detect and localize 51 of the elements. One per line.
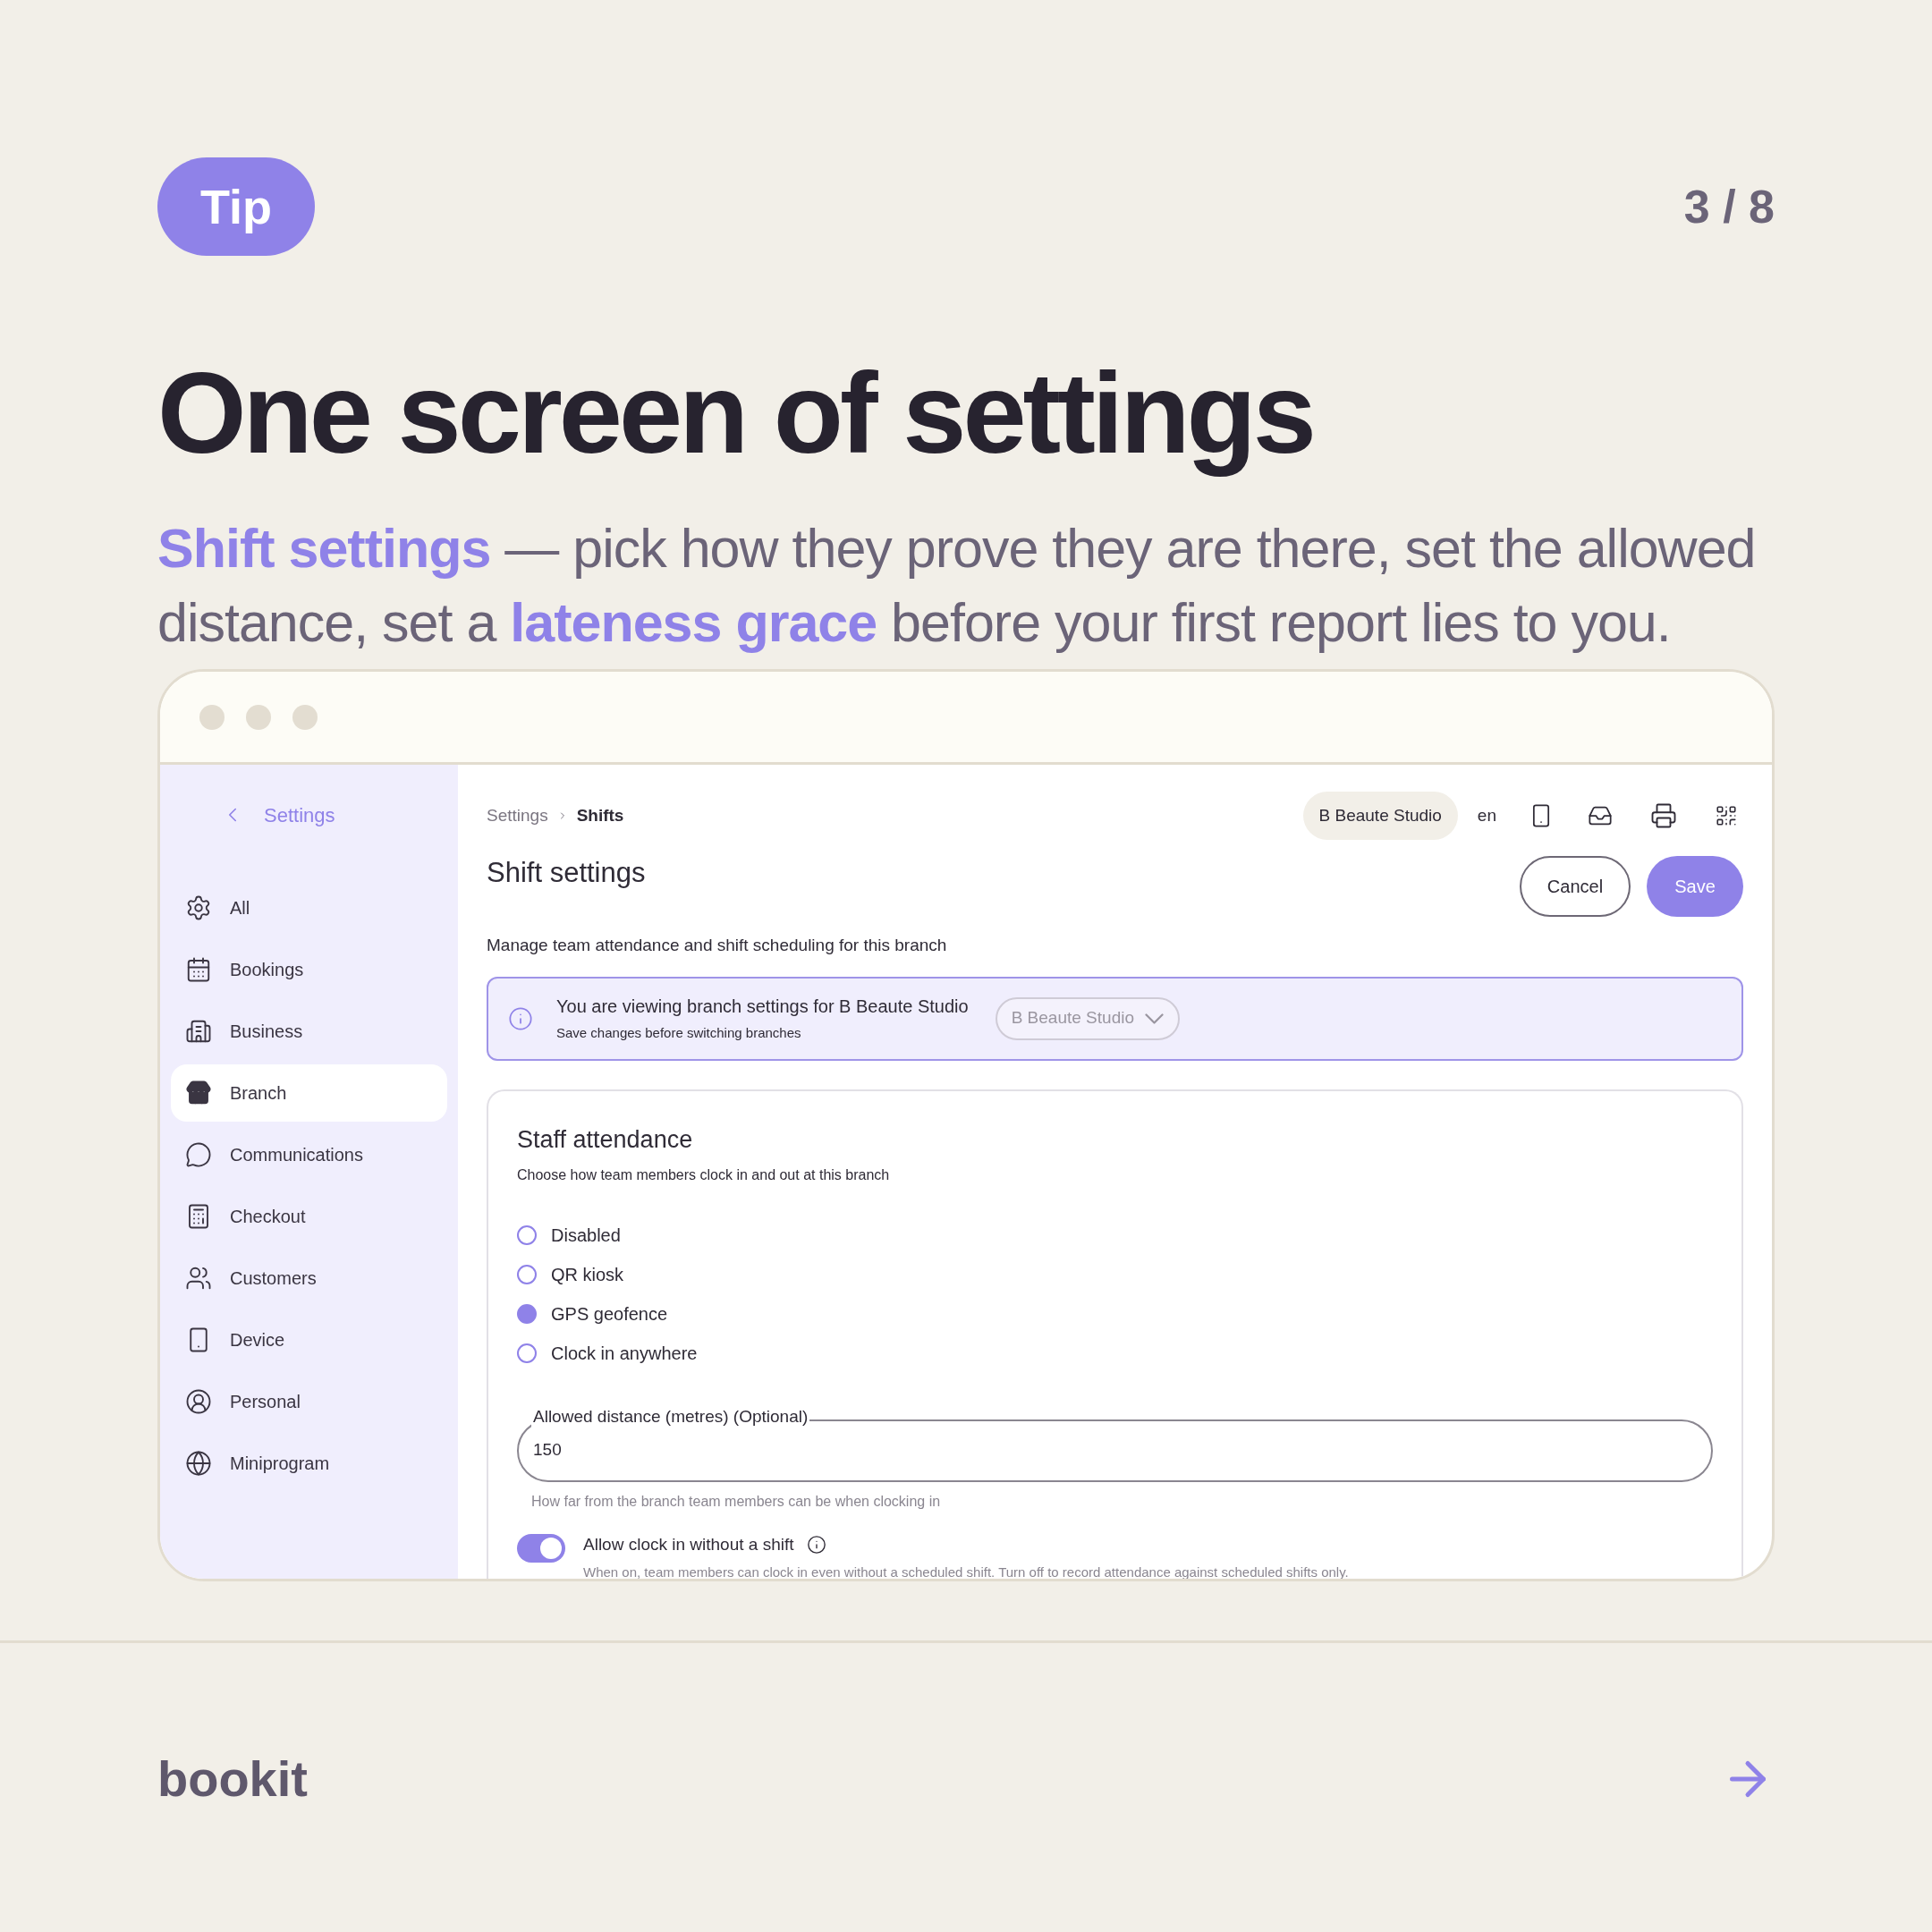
language-label[interactable]: en <box>1477 802 1496 829</box>
radio-button[interactable] <box>517 1265 537 1284</box>
sidebar-item[interactable]: Personal <box>171 1373 447 1430</box>
radio-button[interactable] <box>517 1225 537 1245</box>
sidebar-item[interactable]: Business <box>171 1003 447 1060</box>
page-description: Manage team attendance and shift scheduling for this branch <box>487 935 948 956</box>
sidebar-item[interactable]: Checkout <box>171 1188 447 1245</box>
building-icon <box>185 1018 212 1045</box>
page-title: Shift settings <box>487 856 646 890</box>
radio-option[interactable]: QR kiosk <box>517 1261 1713 1288</box>
radio-option[interactable]: Clock in anywhere <box>517 1340 1713 1367</box>
sidebar-item[interactable]: Miniprogram <box>171 1435 447 1492</box>
banner-title: You are viewing branch settings for B Beaute Studio <box>556 996 969 1019</box>
page-counter: 3 / 8 <box>1683 180 1775 234</box>
info-icon[interactable] <box>806 1534 826 1555</box>
tip-badge: Tip <box>157 157 315 256</box>
toggle-switch[interactable] <box>517 1533 565 1563</box>
people-icon <box>185 1265 212 1292</box>
card-title: Staff attendance <box>517 1124 694 1155</box>
field-value: 150 <box>533 1439 562 1462</box>
sidebar-item[interactable]: Branch <box>171 1064 447 1122</box>
storefront-icon <box>185 1080 212 1106</box>
gear-icon <box>185 894 212 921</box>
sidebar-item[interactable]: Communications <box>171 1126 447 1183</box>
sidebar-item[interactable]: All <box>171 879 447 936</box>
cancel-button[interactable]: Cancel <box>1520 856 1631 917</box>
breadcrumb-current: Shifts <box>576 804 624 826</box>
card-subtitle: Choose how team members clock in and out at this branch <box>517 1166 891 1184</box>
radio-button[interactable] <box>517 1343 537 1363</box>
globe-icon <box>185 1450 212 1477</box>
calendar-icon <box>185 956 212 983</box>
speech-bubble-icon <box>185 1141 212 1168</box>
sidebar-item[interactable]: Bookings <box>171 941 447 998</box>
subtitle: Shift settings — pick how they prove they are there, set the allowed distance, set a lateness grace before your first report lies to you. <box>157 517 1757 655</box>
sidebar-item[interactable]: Device <box>171 1311 447 1368</box>
headline: One screen of settings <box>157 348 1313 479</box>
printer-icon[interactable] <box>1650 802 1677 829</box>
radio-button[interactable] <box>517 1304 537 1324</box>
sidebar-item[interactable]: Customers <box>171 1250 447 1307</box>
brand-wordmark: bookit <box>157 1749 308 1809</box>
radio-option[interactable]: GPS geofence <box>517 1301 1713 1327</box>
radio-option[interactable]: Disabled <box>517 1222 1713 1249</box>
banner-subtitle: Save changes before switching branches <box>556 1024 802 1043</box>
chevron-down-icon <box>1145 1013 1164 1024</box>
user-circle-icon <box>185 1388 212 1415</box>
info-icon <box>508 1005 533 1031</box>
field-helper-text: How far from the branch team members can be when clocking in <box>531 1492 942 1511</box>
branch-chip[interactable]: B Beaute Studio <box>1302 792 1458 840</box>
breadcrumb-link[interactable]: Settings <box>487 802 548 829</box>
toggle-label: Allow clock in without a shift <box>583 1533 794 1555</box>
qr-code-icon[interactable] <box>1715 804 1738 827</box>
